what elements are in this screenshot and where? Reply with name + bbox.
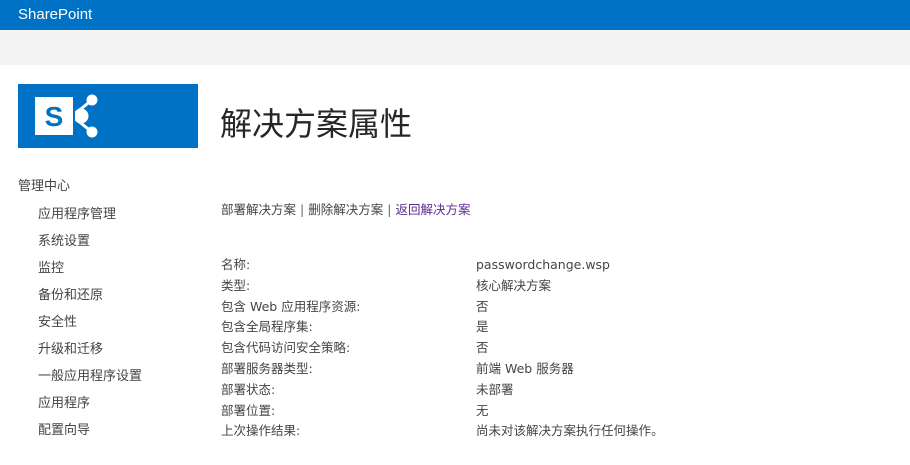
property-value: 未部署 <box>476 381 514 397</box>
property-value: 前端 Web 服务器 <box>476 360 574 376</box>
nav-item-backup-restore[interactable]: 备份和还原 <box>18 282 198 309</box>
nav-item-security[interactable]: 安全性 <box>18 309 198 336</box>
property-label: 包含 Web 应用程序资源: <box>221 298 361 314</box>
suite-bar: SharePoint <box>0 0 910 30</box>
nav-item-upgrade-migration[interactable]: 升级和迁移 <box>18 336 198 363</box>
solution-toolbar: 部署解决方案 | 删除解决方案 | 返回解决方案 <box>221 202 470 218</box>
property-value: 是 <box>476 319 489 335</box>
site-logo[interactable]: S <box>18 84 198 148</box>
nav-item-monitoring[interactable]: 监控 <box>18 255 198 282</box>
brand-link[interactable]: SharePoint <box>18 6 92 24</box>
nav-header-central-admin[interactable]: 管理中心 <box>18 177 198 201</box>
property-label: 部署位置: <box>221 402 276 418</box>
nav-item-apps[interactable]: 应用程序 <box>18 390 198 417</box>
property-label: 上次操作结果: <box>221 423 301 439</box>
toolbar-separator: | <box>387 202 392 217</box>
nav-item-application-management[interactable]: 应用程序管理 <box>18 201 198 228</box>
nav-item-config-wizards[interactable]: 配置向导 <box>18 417 198 444</box>
nav-item-general-app-settings[interactable]: 一般应用程序设置 <box>18 363 198 390</box>
property-value: 核心解决方案 <box>476 277 552 293</box>
ribbon-bar <box>0 30 910 65</box>
property-label: 包含全局程序集: <box>221 319 313 335</box>
remove-solution-link[interactable]: 删除解决方案 <box>308 202 383 217</box>
property-label: 部署服务器类型: <box>221 360 313 376</box>
property-value: 无 <box>476 402 489 418</box>
property-value: 否 <box>476 340 489 356</box>
toolbar-separator: | <box>300 202 305 217</box>
property-value: passwordchange.wsp <box>476 257 610 272</box>
sharepoint-logo-icon: S <box>33 94 98 138</box>
page-title: 解决方案属性 <box>220 105 413 143</box>
logo-letter: S <box>45 101 64 132</box>
left-navigation: 管理中心 应用程序管理 系统设置 监控 备份和还原 安全性 升级和迁移 一般应用… <box>18 177 198 444</box>
deploy-solution-link[interactable]: 部署解决方案 <box>221 202 296 217</box>
nav-item-system-settings[interactable]: 系统设置 <box>18 228 198 255</box>
property-label: 类型: <box>221 277 251 293</box>
property-label: 名称: <box>221 257 251 272</box>
property-label: 部署状态: <box>221 381 276 397</box>
back-to-solutions-link[interactable]: 返回解决方案 <box>395 202 470 217</box>
property-value: 尚未对该解决方案执行任何操作。 <box>476 423 664 439</box>
property-label: 包含代码访问安全策略: <box>221 340 351 356</box>
property-value: 否 <box>476 298 489 314</box>
